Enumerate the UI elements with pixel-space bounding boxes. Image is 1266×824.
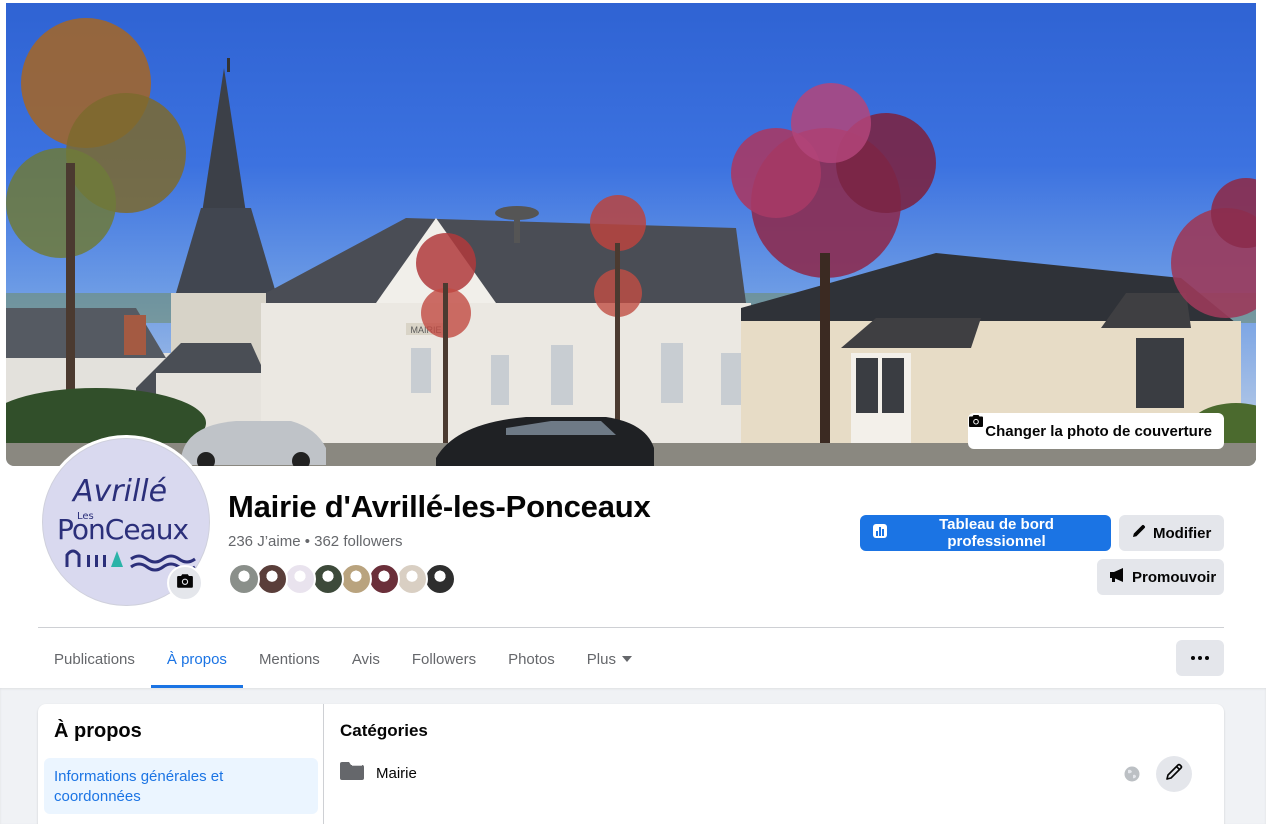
dashboard-chart-icon	[872, 523, 888, 543]
professional-dashboard-label: Tableau de bord professionnel	[939, 516, 1054, 550]
more-options-button[interactable]	[1176, 640, 1224, 676]
logo-line1: Avrillé	[71, 474, 167, 509]
follower-avatar[interactable]	[256, 563, 288, 595]
cover-illustration: MAIRIE	[6, 18, 1256, 466]
promote-button[interactable]: Promouvoir	[1097, 559, 1224, 595]
change-cover-label: Changer la photo de couverture	[985, 422, 1212, 440]
profile-divider	[38, 627, 1224, 628]
professional-dashboard-button[interactable]: Tableau de bord professionnel	[860, 515, 1111, 551]
logo-line2: PonCeaux	[57, 513, 188, 546]
follower-avatar[interactable]	[312, 563, 344, 595]
tab-label: Avis	[351, 650, 380, 668]
edit-category-button[interactable]	[1156, 756, 1192, 792]
page-title: Mairie d'Avrillé-les-Ponceaux	[228, 489, 651, 524]
change-profile-picture-button[interactable]	[167, 565, 203, 601]
about-card: À propos Informations générales et coord…	[38, 704, 1224, 824]
tab-reviews[interactable]: Avis	[336, 630, 396, 688]
tab-publications[interactable]: Publications	[38, 630, 151, 688]
follower-avatar[interactable]	[228, 563, 260, 595]
pencil-icon	[1164, 762, 1184, 787]
camera-icon	[176, 572, 194, 595]
categories-title: Catégories	[340, 721, 428, 740]
tab-label: Followers	[411, 650, 477, 668]
about-sidebar: À propos Informations générales et coord…	[38, 704, 324, 824]
tab-about[interactable]: À propos	[150, 630, 243, 688]
tab-label: Publications	[54, 650, 135, 668]
modify-button[interactable]: Modifier	[1119, 515, 1224, 551]
page-tabs: Publications À propos Mentions Avis Follower…	[38, 630, 648, 688]
tab-label: Mentions	[258, 650, 320, 668]
page-stats[interactable]: 236 J’aime • 362 followers	[228, 533, 403, 550]
megaphone-icon	[1109, 567, 1126, 587]
follower-avatar[interactable]	[396, 563, 428, 595]
globe-icon[interactable]	[1124, 766, 1140, 787]
category-label: Mairie	[376, 764, 417, 782]
folder-icon	[340, 762, 364, 784]
modify-label: Modifier	[1153, 524, 1212, 542]
pencil-icon	[1131, 523, 1147, 543]
about-title: À propos	[54, 720, 142, 742]
tab-followers[interactable]: Followers	[396, 630, 492, 688]
tab-label: À propos	[166, 650, 227, 668]
promote-label: Promouvoir	[1132, 568, 1217, 586]
tab-label: Photos	[508, 650, 555, 668]
follower-avatar[interactable]	[424, 563, 456, 595]
tab-photos[interactable]: Photos	[492, 630, 571, 688]
change-cover-button[interactable]: Changer la photo de couverture	[968, 413, 1224, 449]
tab-mentions[interactable]: Mentions	[243, 630, 336, 688]
about-nav-general-info[interactable]: Informations générales et coordonnées	[44, 758, 318, 814]
tab-more[interactable]: Plus	[571, 630, 648, 688]
tab-label: Plus	[586, 650, 616, 668]
category-row: Mairie	[340, 762, 417, 784]
follower-avatars[interactable]	[228, 563, 456, 595]
cover-photo[interactable]: MAIRIE Changer la photo de couverture	[6, 3, 1256, 466]
follower-avatar[interactable]	[284, 563, 316, 595]
follower-avatar[interactable]	[368, 563, 400, 595]
caret-down-icon	[621, 656, 632, 662]
more-dots-icon	[1191, 656, 1209, 660]
follower-avatar[interactable]	[340, 563, 372, 595]
